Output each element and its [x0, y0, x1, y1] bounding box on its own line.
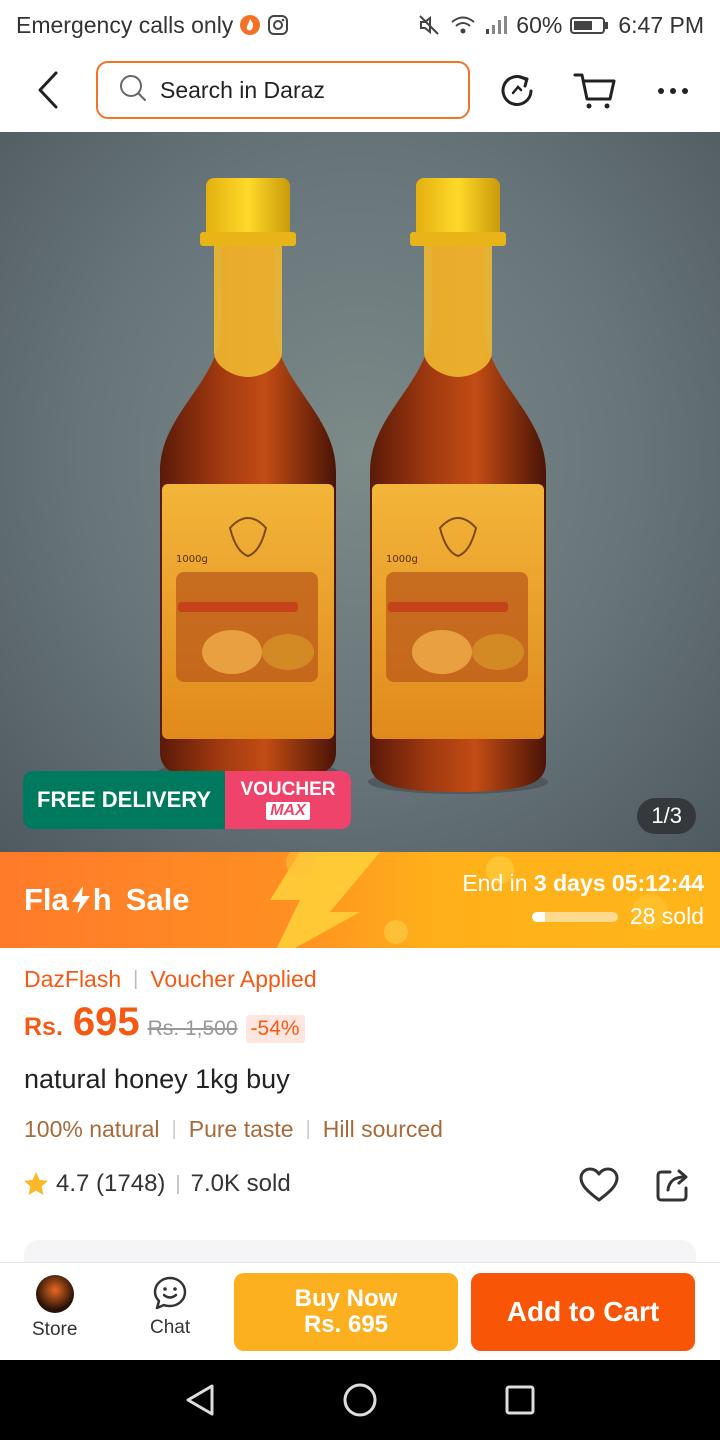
feature-tags: 100% natural | Pure taste | Hill sourced	[24, 1116, 443, 1143]
flash-title-part2: h	[92, 882, 112, 917]
search-icon	[118, 73, 148, 108]
chevron-left-icon	[38, 71, 58, 109]
store-button[interactable]: Store	[32, 1275, 77, 1341]
nav-home-button[interactable]	[340, 1380, 380, 1420]
store-avatar-icon	[35, 1275, 74, 1313]
sold-progress-fill	[531, 911, 545, 922]
buy-now-button[interactable]: Buy Now Rs. 695	[234, 1273, 458, 1351]
rating-divider: |	[175, 1172, 181, 1195]
cart-icon	[573, 73, 616, 109]
image-counter: 1/3	[637, 798, 696, 834]
price-value: 695	[72, 1000, 140, 1044]
chat-smile-icon	[153, 1276, 187, 1310]
voucher-applied-tag: Voucher Applied	[150, 966, 317, 992]
flame-app-icon	[239, 14, 261, 36]
original-price: Rs. 1,500	[147, 1017, 238, 1040]
bottle-left: 1000g	[158, 178, 338, 784]
bottle-weight-text: 1000g	[386, 554, 418, 565]
top-header: Search in Daraz	[0, 50, 720, 132]
price-currency: Rs.	[24, 1013, 63, 1041]
share-button[interactable]	[650, 1162, 696, 1208]
price-row: Rs. 695 Rs. 1,500 -54%	[24, 1000, 305, 1045]
share-icon	[656, 1169, 688, 1202]
star-icon	[24, 1172, 48, 1195]
bottle-right: 1000g	[368, 178, 548, 794]
end-in-label: End in	[462, 870, 528, 896]
bottle-weight-text: 1000g	[176, 554, 208, 565]
free-delivery-badge: FREE DELIVERY	[23, 771, 225, 829]
rating-row[interactable]: 4.7 (1748) | 7.0K sold	[22, 1170, 291, 1198]
discount-badge: -54%	[245, 1015, 305, 1043]
product-title: natural honey 1kg buy	[24, 1064, 290, 1094]
flash-end-row: End in 3 days 05:12:44	[462, 870, 704, 897]
flash-sale-banner[interactable]: Fla h Sale End in 3 days 05:12:44 28 sol…	[0, 852, 720, 948]
status-bar: Emergency calls only 60% 6:47 PM	[0, 0, 720, 50]
rating-value: 4.7 (1748)	[56, 1170, 166, 1197]
more-button[interactable]	[650, 68, 696, 114]
nav-recents-button[interactable]	[500, 1380, 540, 1420]
nav-back-button[interactable]	[180, 1380, 220, 1420]
history-button[interactable]	[494, 68, 540, 114]
back-button[interactable]	[28, 68, 68, 112]
voucher-max-label: MAX	[266, 802, 310, 820]
signal-icon	[484, 14, 508, 36]
clock: 6:47 PM	[618, 11, 704, 38]
heart-icon	[579, 1167, 619, 1202]
battery-icon	[570, 14, 610, 36]
square-recents-icon	[505, 1385, 535, 1415]
flash-title-part1: Fla	[24, 882, 69, 917]
feature-item: 100% natural	[24, 1116, 160, 1142]
add-to-cart-button[interactable]: Add to Cart	[471, 1273, 695, 1351]
flash-sold-count: 28 sold	[629, 903, 704, 929]
buy-now-price: Rs. 695	[303, 1311, 389, 1338]
triangle-back-icon	[186, 1384, 214, 1416]
dazflash-tag: DazFlash	[24, 966, 122, 992]
sold-count: 7.0K sold	[190, 1170, 291, 1197]
more-dots-icon	[658, 88, 688, 94]
chat-label: Chat	[150, 1317, 191, 1338]
bottom-action-bar: Store Chat Buy Now Rs. 695 Add to Cart	[0, 1262, 720, 1360]
status-left: Emergency calls only	[16, 12, 289, 39]
lightning-bolt-icon	[71, 886, 90, 914]
feature-item: Pure taste	[188, 1116, 294, 1142]
circle-home-icon	[343, 1383, 377, 1417]
product-image-gallery[interactable]: 1000g 1000g FREE DELIVERY VOUCHER MAX 1/…	[0, 132, 720, 852]
system-nav-bar	[0, 1360, 720, 1440]
wifi-icon	[450, 14, 476, 36]
mute-icon	[418, 14, 442, 36]
flash-sale-title: Fla h Sale	[24, 882, 190, 918]
refresh-arrow-icon	[501, 75, 533, 106]
delivery-voucher-badge: FREE DELIVERY VOUCHER MAX	[23, 771, 351, 829]
search-input[interactable]: Search in Daraz	[96, 61, 470, 119]
search-placeholder: Search in Daraz	[160, 76, 325, 103]
flash-title-sale: Sale	[125, 882, 190, 917]
feature-item: Hill sourced	[322, 1116, 443, 1142]
battery-percent: 60%	[516, 11, 563, 38]
instagram-icon	[267, 14, 289, 36]
promo-tags: DazFlash | Voucher Applied	[24, 966, 317, 993]
end-days: 3 days	[533, 870, 606, 896]
tag-divider: |	[133, 968, 139, 990]
cart-button[interactable]	[572, 68, 618, 114]
voucher-max-badge: VOUCHER MAX	[225, 771, 351, 829]
store-label: Store	[32, 1319, 78, 1340]
chat-button[interactable]: Chat	[150, 1275, 190, 1339]
sold-progress-bar	[531, 911, 618, 922]
voucher-label: VOUCHER	[240, 779, 336, 800]
product-page: Emergency calls only 60% 6:47 PM Search …	[0, 0, 720, 1440]
honey-bottles-image: 1000g 1000g	[158, 178, 548, 794]
status-text: Emergency calls only	[16, 11, 234, 38]
flash-countdown: End in 3 days 05:12:44 28 sold	[462, 870, 704, 930]
feature-divider: |	[171, 1118, 177, 1140]
flash-progress-row: 28 sold	[462, 903, 704, 930]
feature-divider: |	[305, 1118, 311, 1140]
wishlist-button[interactable]	[576, 1162, 622, 1208]
status-right: 60% 6:47 PM	[418, 12, 704, 39]
buy-now-label: Buy Now	[294, 1284, 398, 1312]
end-time: 05:12:44	[611, 870, 704, 896]
